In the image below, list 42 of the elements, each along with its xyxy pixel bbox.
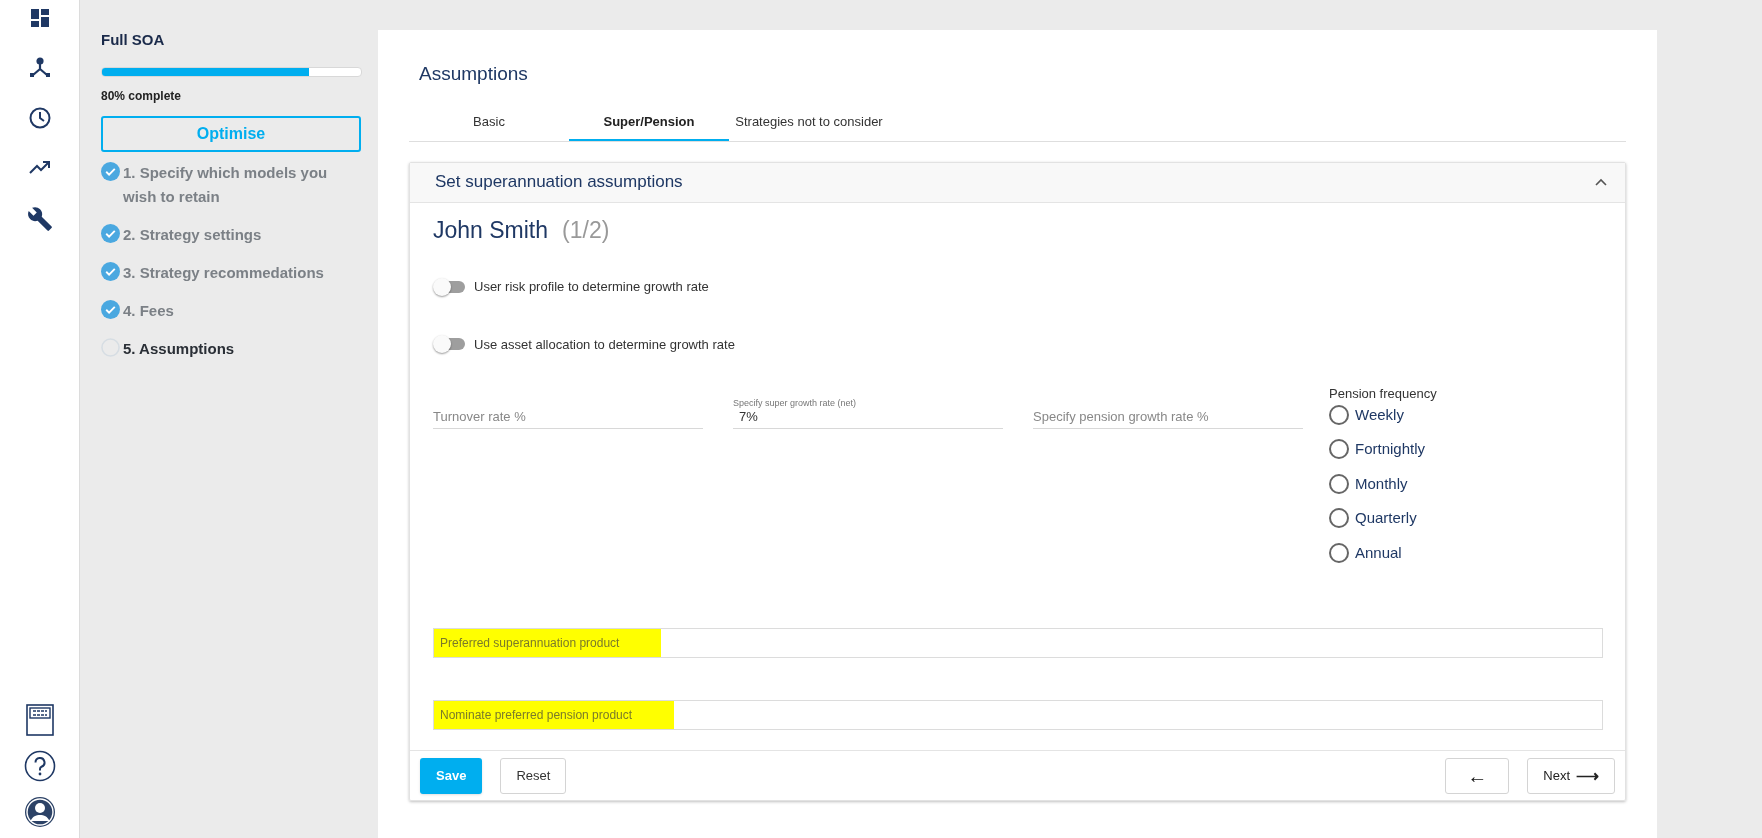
input-field[interactable]: 7% [733, 409, 1003, 429]
network-icon[interactable] [27, 56, 52, 80]
clock-icon[interactable] [27, 106, 52, 130]
tab[interactable]: Strategies not to consider [729, 104, 889, 141]
field-label: Specify super growth rate (net) [733, 397, 858, 409]
radio-label: Quarterly [1355, 508, 1417, 528]
radio-button[interactable] [1329, 473, 1349, 494]
page-title: Assumptions [418, 62, 529, 86]
step-link[interactable]: 5. Assumptions [123, 337, 235, 361]
radio-button[interactable] [1329, 439, 1349, 460]
radio-label: Weekly [1355, 404, 1404, 425]
group-label: Pension frequency [1329, 385, 1437, 403]
chevron-icon[interactable] [1595, 178, 1607, 186]
radio-label: Monthly [1355, 473, 1408, 494]
radio-button[interactable] [1329, 542, 1349, 563]
person-count: (1/2) [562, 215, 610, 245]
help-icon[interactable] [23, 750, 56, 782]
tab[interactable]: Super/Pension [569, 104, 729, 141]
radio-button[interactable] [1329, 404, 1349, 425]
back-button[interactable]: ← [1445, 757, 1510, 794]
input-field[interactable]: Nominate preferred pension product [433, 700, 1603, 730]
progress-label: 80% complete [101, 88, 183, 105]
user-icon[interactable] [23, 796, 56, 828]
person-name: John Smith [433, 215, 549, 245]
toggle-switch[interactable] [433, 335, 467, 354]
reset-button[interactable]: Reset [500, 757, 567, 794]
wrench-icon[interactable] [26, 206, 53, 232]
form-icon[interactable] [25, 704, 54, 736]
panel-title: Set superannuation assumptions [435, 171, 683, 194]
toggle-switch[interactable] [433, 277, 467, 296]
toggle-label: Use asset allocation to determine growth rate [474, 335, 735, 354]
toggle-label: User risk profile to determine growth rate [474, 278, 709, 296]
input-field[interactable]: Turnover rate % [433, 409, 703, 429]
panel-header[interactable]: Set superannuation assumptions [410, 162, 1625, 203]
radio-button[interactable] [1329, 508, 1349, 529]
radio-label: Fortnightly [1355, 439, 1426, 459]
sidebar-title: Full SOA [101, 32, 166, 47]
input-field[interactable]: Specify pension growth rate % [1033, 409, 1303, 429]
next-button[interactable]: Next ⟶ [1527, 757, 1615, 794]
input-field[interactable]: Preferred superannuation product [433, 628, 1603, 658]
radio-label: Annual [1355, 542, 1402, 563]
tab[interactable]: Basic [409, 104, 569, 141]
